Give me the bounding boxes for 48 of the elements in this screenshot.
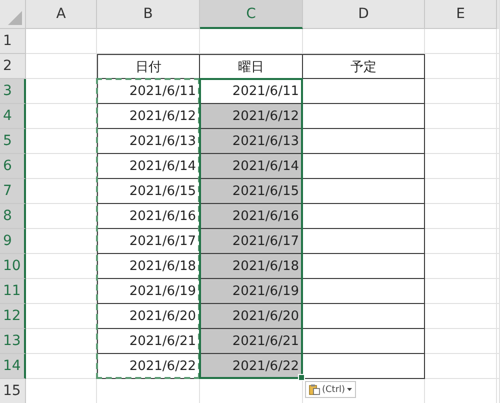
row-header[interactable]: 11 [0,279,26,304]
row-header[interactable]: 7 [0,179,26,204]
select-all-icon [8,11,22,25]
clipboard-icon [309,384,320,395]
table-cell: 2021/6/20 [200,304,303,329]
table-cell: 2021/6/17 [200,229,303,254]
table-cell: 日付 [97,54,200,79]
row-header[interactable]: 13 [0,329,26,354]
column-header[interactable]: B [97,0,200,29]
table-cell: 2021/6/20 [97,304,200,329]
row-header[interactable]: 12 [0,304,26,329]
table-cell: 2021/6/21 [97,329,200,354]
row-header[interactable]: 8 [0,204,26,229]
row-header[interactable]: 1 [0,29,26,54]
table-cell: 2021/6/19 [97,279,200,304]
row-header[interactable]: 2 [0,54,26,79]
table-cell: 2021/6/18 [97,254,200,279]
caret-icon [347,388,352,391]
table-cell: 2021/6/17 [97,229,200,254]
table-cell: 2021/6/14 [200,154,303,179]
table-cell: 2021/6/13 [200,129,303,154]
table-cell: 2021/6/16 [200,204,303,229]
table-cell: 2021/6/21 [200,329,303,354]
select-all-button[interactable] [0,0,26,29]
column-header[interactable]: A [26,0,97,29]
table-cell: 2021/6/14 [97,154,200,179]
column-header[interactable]: D [303,0,425,29]
row-header[interactable]: 10 [0,254,26,279]
table-cell: 2021/6/12 [200,104,303,129]
column-header[interactable]: E [425,0,497,29]
table-cell: 2021/6/19 [200,279,303,304]
fill-handle[interactable] [298,374,305,381]
table-cell: 予定 [303,54,425,79]
row-header[interactable]: 15 [0,379,26,403]
row-header[interactable]: 5 [0,129,26,154]
table-cell: 曜日 [200,54,303,79]
table-cell: 2021/6/15 [97,179,200,204]
row-header[interactable]: 4 [0,104,26,129]
row-header[interactable]: 9 [0,229,26,254]
paste-options-button[interactable]: (Ctrl) [305,381,356,398]
table-cell: 2021/6/15 [200,179,303,204]
row-header[interactable]: 14 [0,354,26,379]
table-cell: 2021/6/12 [97,104,200,129]
row-header[interactable]: 6 [0,154,26,179]
row-header[interactable]: 3 [0,79,26,104]
table-cell: 2021/6/18 [200,254,303,279]
column-header[interactable]: C [200,0,303,29]
table-cell: 2021/6/16 [97,204,200,229]
